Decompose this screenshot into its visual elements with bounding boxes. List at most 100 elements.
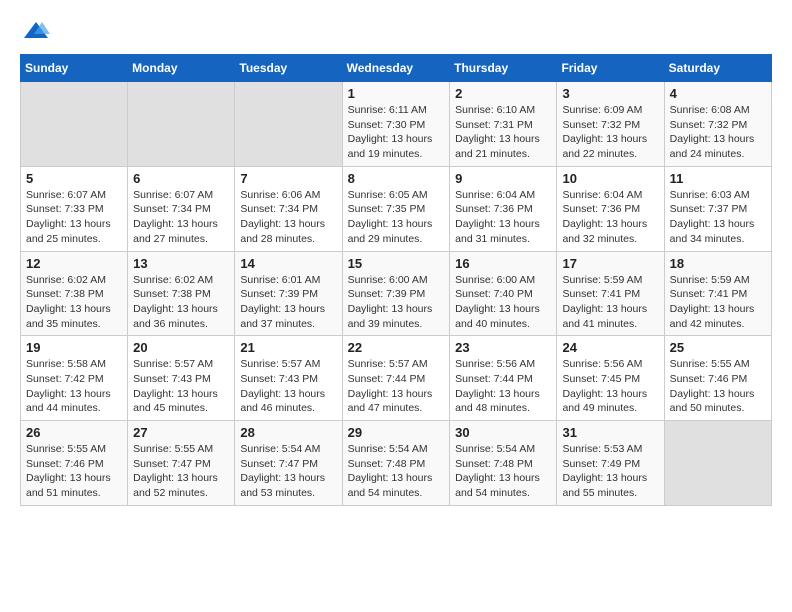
calendar-cell: 25 Sunrise: 5:55 AM Sunset: 7:46 PM Dayli… — [664, 336, 771, 421]
calendar-cell: 6 Sunrise: 6:07 AM Sunset: 7:34 PM Daylig… — [128, 166, 235, 251]
day-number: 24 — [562, 340, 658, 355]
calendar-cell: 21 Sunrise: 5:57 AM Sunset: 7:43 PM Dayli… — [235, 336, 342, 421]
calendar-week-3: 12 Sunrise: 6:02 AM Sunset: 7:38 PM Dayli… — [21, 251, 772, 336]
day-number: 26 — [26, 425, 122, 440]
calendar-week-4: 19 Sunrise: 5:58 AM Sunset: 7:42 PM Dayli… — [21, 336, 772, 421]
calendar-cell — [128, 82, 235, 167]
calendar-cell: 29Sunrise: 5:54 AM Sunset: 7:48 PM Dayli… — [342, 421, 450, 506]
calendar-cell: 3 Sunrise: 6:09 AM Sunset: 7:32 PM Daylig… — [557, 82, 664, 167]
day-info: Sunrise: 5:57 AM Sunset: 7:43 PM Dayligh… — [240, 357, 336, 416]
calendar-cell: 16Sunrise: 6:00 AM Sunset: 7:40 PM Dayli… — [450, 251, 557, 336]
day-number: 14 — [240, 256, 336, 271]
day-info: Sunrise: 5:55 AM Sunset: 7:46 PM Dayligh… — [26, 442, 122, 501]
calendar-cell: 23Sunrise: 5:56 AM Sunset: 7:44 PM Dayli… — [450, 336, 557, 421]
day-info: Sunrise: 6:01 AM Sunset: 7:39 PM Dayligh… — [240, 273, 336, 332]
day-info: Sunrise: 5:55 AM Sunset: 7:47 PM Dayligh… — [133, 442, 229, 501]
calendar-cell: 15 Sunrise: 6:00 AM Sunset: 7:39 PM Dayli… — [342, 251, 450, 336]
calendar-cell: 18 Sunrise: 5:59 AM Sunset: 7:41 PM Dayli… — [664, 251, 771, 336]
day-number: 10 — [562, 171, 658, 186]
day-number: 15 — [348, 256, 445, 271]
calendar-cell: 28 Sunrise: 5:54 AM Sunset: 7:47 PM Dayli… — [235, 421, 342, 506]
day-info: Sunrise: 6:07 AM Sunset: 7:34 PM Dayligh… — [133, 188, 229, 247]
day-number: 8 — [348, 171, 445, 186]
calendar-header-thursday: Thursday — [450, 55, 557, 82]
day-info: Sunrise: 5:59 AM Sunset: 7:41 PM Dayligh… — [562, 273, 658, 332]
calendar-cell: 24 Sunrise: 5:56 AM Sunset: 7:45 PM Dayli… — [557, 336, 664, 421]
day-info: Sunrise: 6:02 AM Sunset: 7:38 PM Dayligh… — [133, 273, 229, 332]
day-info: Sunrise: 6:02 AM Sunset: 7:38 PM Dayligh… — [26, 273, 122, 332]
day-number: 20 — [133, 340, 229, 355]
calendar-cell: 19 Sunrise: 5:58 AM Sunset: 7:42 PM Dayli… — [21, 336, 128, 421]
day-number: 9 — [455, 171, 551, 186]
day-number: 5 — [26, 171, 122, 186]
calendar-header-tuesday: Tuesday — [235, 55, 342, 82]
day-number: 18 — [670, 256, 766, 271]
calendar-cell: 26 Sunrise: 5:55 AM Sunset: 7:46 PM Dayli… — [21, 421, 128, 506]
day-info: Sunrise: 6:08 AM Sunset: 7:32 PM Dayligh… — [670, 103, 766, 162]
day-number: 25 — [670, 340, 766, 355]
day-number: 17 — [562, 256, 658, 271]
logo — [20, 20, 50, 38]
day-info: Sunrise: 6:05 AM Sunset: 7:35 PM Dayligh… — [348, 188, 445, 247]
calendar-cell: 2 Sunrise: 6:10 AM Sunset: 7:31 PM Daylig… — [450, 82, 557, 167]
day-info: Sunrise: 6:09 AM Sunset: 7:32 PM Dayligh… — [562, 103, 658, 162]
day-info: Sunrise: 5:53 AM Sunset: 7:49 PM Dayligh… — [562, 442, 658, 501]
calendar-header-saturday: Saturday — [664, 55, 771, 82]
day-info: Sunrise: 5:54 AM Sunset: 7:48 PM Dayligh… — [348, 442, 445, 501]
day-info: Sunrise: 6:04 AM Sunset: 7:36 PM Dayligh… — [562, 188, 658, 247]
calendar-cell — [21, 82, 128, 167]
calendar-cell: 22Sunrise: 5:57 AM Sunset: 7:44 PM Dayli… — [342, 336, 450, 421]
calendar-cell: 8 Sunrise: 6:05 AM Sunset: 7:35 PM Daylig… — [342, 166, 450, 251]
day-info: Sunrise: 5:54 AM Sunset: 7:47 PM Dayligh… — [240, 442, 336, 501]
day-number: 11 — [670, 171, 766, 186]
day-number: 21 — [240, 340, 336, 355]
day-number: 2 — [455, 86, 551, 101]
day-number: 30 — [455, 425, 551, 440]
day-number: 6 — [133, 171, 229, 186]
calendar-cell: 30 Sunrise: 5:54 AM Sunset: 7:48 PM Dayli… — [450, 421, 557, 506]
day-number: 13 — [133, 256, 229, 271]
day-number: 4 — [670, 86, 766, 101]
day-info: Sunrise: 5:59 AM Sunset: 7:41 PM Dayligh… — [670, 273, 766, 332]
day-info: Sunrise: 5:55 AM Sunset: 7:46 PM Dayligh… — [670, 357, 766, 416]
calendar-table: SundayMondayTuesdayWednesdayThursdayFrid… — [20, 54, 772, 506]
day-info: Sunrise: 6:00 AM Sunset: 7:39 PM Dayligh… — [348, 273, 445, 332]
logo-icon — [22, 20, 50, 42]
day-info: Sunrise: 5:54 AM Sunset: 7:48 PM Dayligh… — [455, 442, 551, 501]
day-info: Sunrise: 6:04 AM Sunset: 7:36 PM Dayligh… — [455, 188, 551, 247]
day-number: 31 — [562, 425, 658, 440]
day-number: 12 — [26, 256, 122, 271]
calendar-header-wednesday: Wednesday — [342, 55, 450, 82]
calendar-cell: 10 Sunrise: 6:04 AM Sunset: 7:36 PM Dayli… — [557, 166, 664, 251]
day-number: 7 — [240, 171, 336, 186]
day-info: Sunrise: 6:07 AM Sunset: 7:33 PM Dayligh… — [26, 188, 122, 247]
calendar-cell: 13 Sunrise: 6:02 AM Sunset: 7:38 PM Dayli… — [128, 251, 235, 336]
day-info: Sunrise: 6:10 AM Sunset: 7:31 PM Dayligh… — [455, 103, 551, 162]
day-number: 3 — [562, 86, 658, 101]
calendar-header-row: SundayMondayTuesdayWednesdayThursdayFrid… — [21, 55, 772, 82]
calendar-cell: 31 Sunrise: 5:53 AM Sunset: 7:49 PM Dayli… — [557, 421, 664, 506]
day-number: 16 — [455, 256, 551, 271]
calendar-cell — [235, 82, 342, 167]
calendar-cell: 20Sunrise: 5:57 AM Sunset: 7:43 PM Dayli… — [128, 336, 235, 421]
day-info: Sunrise: 5:58 AM Sunset: 7:42 PM Dayligh… — [26, 357, 122, 416]
day-info: Sunrise: 6:03 AM Sunset: 7:37 PM Dayligh… — [670, 188, 766, 247]
calendar-cell: 4 Sunrise: 6:08 AM Sunset: 7:32 PM Daylig… — [664, 82, 771, 167]
day-info: Sunrise: 5:56 AM Sunset: 7:44 PM Dayligh… — [455, 357, 551, 416]
calendar-body: 1Sunrise: 6:11 AM Sunset: 7:30 PM Daylig… — [21, 82, 772, 506]
calendar-cell — [664, 421, 771, 506]
day-info: Sunrise: 5:57 AM Sunset: 7:44 PM Dayligh… — [348, 357, 445, 416]
day-info: Sunrise: 5:56 AM Sunset: 7:45 PM Dayligh… — [562, 357, 658, 416]
calendar-week-2: 5 Sunrise: 6:07 AM Sunset: 7:33 PM Daylig… — [21, 166, 772, 251]
calendar-cell: 27 Sunrise: 5:55 AM Sunset: 7:47 PM Dayli… — [128, 421, 235, 506]
calendar-cell: 11 Sunrise: 6:03 AM Sunset: 7:37 PM Dayli… — [664, 166, 771, 251]
calendar-header-sunday: Sunday — [21, 55, 128, 82]
calendar-cell: 12 Sunrise: 6:02 AM Sunset: 7:38 PM Dayli… — [21, 251, 128, 336]
page-header — [20, 20, 772, 38]
day-number: 27 — [133, 425, 229, 440]
day-number: 28 — [240, 425, 336, 440]
day-number: 19 — [26, 340, 122, 355]
day-info: Sunrise: 6:06 AM Sunset: 7:34 PM Dayligh… — [240, 188, 336, 247]
calendar-cell: 14 Sunrise: 6:01 AM Sunset: 7:39 PM Dayli… — [235, 251, 342, 336]
calendar-week-1: 1Sunrise: 6:11 AM Sunset: 7:30 PM Daylig… — [21, 82, 772, 167]
